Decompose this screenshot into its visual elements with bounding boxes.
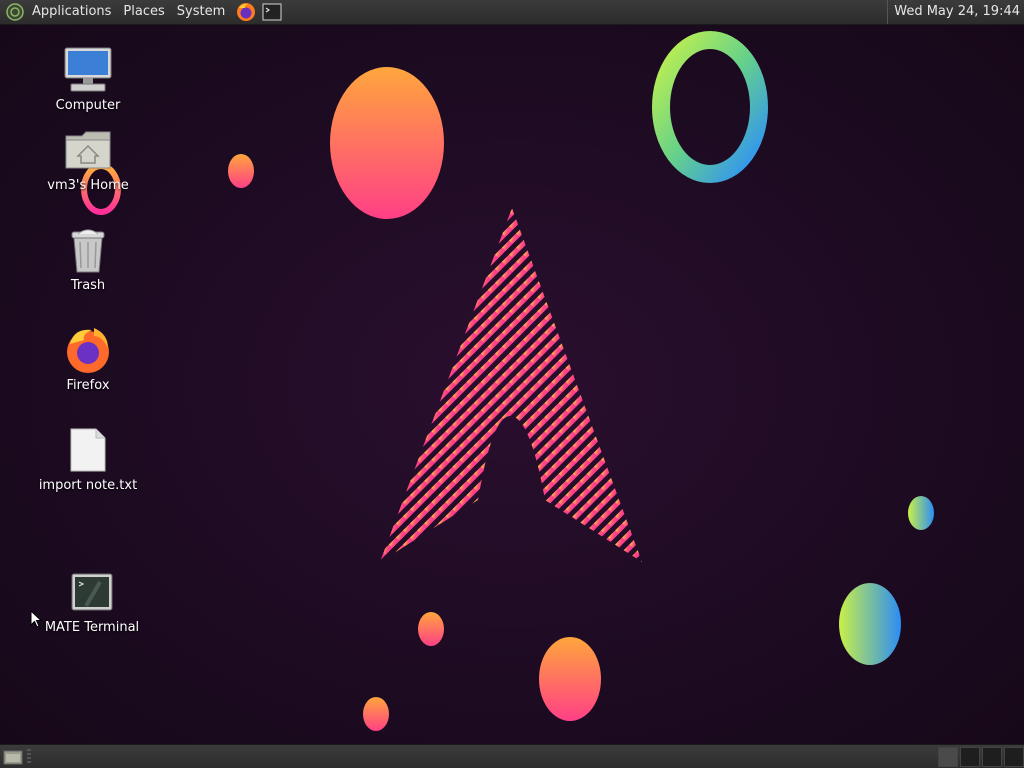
desktop-icon-computer[interactable]: Computer bbox=[28, 44, 148, 113]
icon-label: Firefox bbox=[66, 378, 110, 393]
wallpaper-bubble bbox=[839, 583, 901, 665]
system-menu[interactable]: System bbox=[171, 0, 231, 24]
mouse-cursor bbox=[30, 610, 42, 628]
desktop-icon-home[interactable]: vm3's Home bbox=[28, 124, 148, 193]
desktop-icon-import-note[interactable]: import note.txt bbox=[28, 424, 148, 493]
places-menu[interactable]: Places bbox=[117, 0, 170, 24]
panel-handle[interactable] bbox=[27, 749, 31, 765]
applications-menu[interactable]: Applications bbox=[26, 0, 117, 24]
wallpaper-bubble bbox=[908, 496, 934, 530]
wallpaper bbox=[81, 31, 934, 731]
home-folder-icon bbox=[62, 124, 114, 176]
trash-icon bbox=[62, 224, 114, 276]
icon-label: Computer bbox=[55, 98, 121, 113]
mate-menu-icon[interactable] bbox=[4, 1, 26, 23]
workspace-3[interactable] bbox=[982, 747, 1002, 767]
wallpaper-bubble bbox=[363, 697, 389, 731]
text-file-icon bbox=[62, 424, 114, 476]
icon-label: MATE Terminal bbox=[44, 620, 140, 635]
workspace-switcher[interactable] bbox=[936, 747, 1024, 767]
bottom-panel bbox=[0, 744, 1024, 768]
wallpaper-bubble bbox=[330, 67, 444, 219]
firefox-launcher-icon[interactable] bbox=[235, 1, 257, 23]
workspace-2[interactable] bbox=[960, 747, 980, 767]
terminal-launcher-icon[interactable] bbox=[261, 1, 283, 23]
desktop-icon-mate-terminal[interactable]: MATE Terminal bbox=[32, 566, 152, 635]
top-panel: Applications Places System Wed May 24, 1… bbox=[0, 0, 1024, 25]
wallpaper-ring bbox=[652, 31, 768, 183]
arch-logo bbox=[380, 208, 642, 562]
workspace-4[interactable] bbox=[1004, 747, 1024, 767]
clock[interactable]: Wed May 24, 19:44 bbox=[887, 0, 1020, 24]
desktop-icon-firefox[interactable]: Firefox bbox=[28, 324, 148, 393]
workspace-1[interactable] bbox=[938, 747, 958, 767]
wallpaper-bubble bbox=[228, 154, 254, 188]
terminal-icon bbox=[66, 566, 118, 618]
computer-icon bbox=[62, 44, 114, 96]
wallpaper-bubble bbox=[418, 612, 444, 646]
icon-label: Trash bbox=[70, 278, 106, 293]
icon-label: import note.txt bbox=[38, 478, 138, 493]
desktop-icon-trash[interactable]: Trash bbox=[28, 224, 148, 293]
wallpaper-bubble bbox=[539, 637, 601, 721]
firefox-icon bbox=[62, 324, 114, 376]
show-desktop-icon[interactable] bbox=[2, 748, 24, 766]
icon-label: vm3's Home bbox=[47, 178, 129, 193]
